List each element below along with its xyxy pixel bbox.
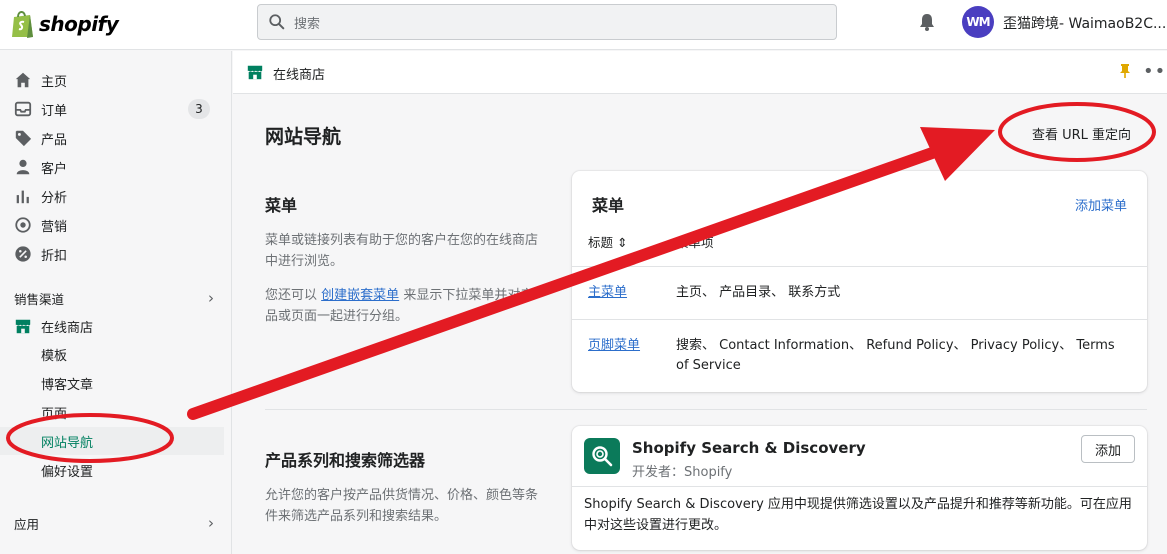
sidebar-subitem-navigation[interactable]: 网站导航: [0, 427, 224, 455]
filters-section-title: 产品系列和搜索筛选器: [265, 451, 426, 470]
sidebar-item-products[interactable]: 产品: [0, 124, 224, 152]
page-header-title: 在线商店: [273, 68, 326, 83]
search-input[interactable]: 搜索: [294, 13, 320, 32]
app-name: Shopify Search & Discovery: [632, 439, 866, 457]
more-actions-icon[interactable]: •••: [1143, 61, 1167, 82]
sidebar-subitem-themes[interactable]: 模板: [0, 340, 224, 368]
footer-menu-link[interactable]: 页脚菜单: [588, 336, 640, 356]
sidebar-item-label: 分析: [41, 190, 68, 206]
tag-icon: [14, 129, 32, 147]
sales-channels-label: 销售渠道: [14, 291, 65, 307]
person-icon: [14, 158, 32, 176]
notification-bell-icon[interactable]: [917, 12, 937, 32]
sidebar-item-label: 产品: [41, 132, 68, 148]
desc-prefix: 您还可以: [265, 288, 318, 303]
orders-count-badge: 3: [188, 99, 210, 119]
row-divider: [572, 266, 1147, 267]
create-nested-menu-link[interactable]: 创建嵌套菜单: [321, 288, 399, 303]
sidebar: 主页 订单 3 产品 客户 分析 营销 折扣 销售渠道 › 在线商店 模板 博客…: [0, 51, 232, 554]
main-menu-items: 主页、 产品目录、 联系方式: [676, 285, 841, 300]
menus-section-desc: 菜单或链接列表有助于您的客户在您的在线商店中进行浏览。: [265, 233, 539, 269]
chevron-right-icon[interactable]: ›: [208, 289, 214, 307]
home-icon: [14, 71, 32, 89]
row-divider: [572, 319, 1147, 320]
page-header: 在线商店 •••: [233, 51, 1167, 94]
pin-icon[interactable]: [1118, 63, 1132, 79]
sidebar-item-label: 营销: [41, 219, 68, 235]
sidebar-item-label: 订单: [41, 103, 68, 119]
sidebar-item-label: 客户: [41, 161, 68, 177]
sidebar-item-orders[interactable]: 订单 3: [0, 95, 224, 123]
apps-label: 应用: [14, 516, 40, 532]
logo-text: shopify: [39, 12, 119, 36]
filters-section-desc: 允许您的客户按产品供货情况、价格、颜色等条件来筛选产品系列和搜索结果。: [265, 488, 539, 524]
store-icon: [14, 317, 32, 335]
sidebar-item-discounts[interactable]: 折扣: [0, 240, 224, 268]
sales-channels-header[interactable]: 销售渠道 ›: [14, 288, 214, 308]
chevron-right-icon[interactable]: ›: [208, 514, 214, 532]
column-header-items: 菜单项: [676, 235, 714, 250]
apps-header[interactable]: 应用 ›: [14, 513, 214, 533]
add-menu-link[interactable]: 添加菜单: [1075, 195, 1127, 214]
sidebar-item-label: 在线商店: [41, 320, 94, 336]
sidebar-item-label: 折扣: [41, 248, 68, 264]
sidebar-subitem-pages[interactable]: 页面: [0, 398, 224, 426]
sidebar-item-customers[interactable]: 客户: [0, 153, 224, 181]
page-title: 网站导航: [265, 126, 342, 148]
menus-section-desc-2: 您还可以 创建嵌套菜单 来显示下拉菜单并对产品或页面一起进行分组。: [265, 285, 545, 327]
shopify-bag-icon: [12, 11, 33, 38]
column-header-title[interactable]: 标题 ⇕: [588, 232, 627, 251]
inbox-icon: [14, 100, 32, 118]
top-bar: shopify 搜索 WM 歪猫跨境- WaimaoB2C....: [0, 0, 1167, 50]
app-developer: 开发者：Shopify: [632, 465, 733, 480]
sidebar-item-label: 主页: [41, 74, 68, 90]
search-bar[interactable]: 搜索: [257, 4, 837, 40]
search-discovery-app-icon: [584, 438, 620, 474]
sidebar-item-home[interactable]: 主页: [0, 66, 224, 94]
view-url-redirects-button[interactable]: 查看 URL 重定向: [1032, 124, 1131, 143]
sidebar-item-online-store[interactable]: 在线商店: [0, 312, 224, 340]
footer-menu-items: 搜索、 Contact Information、 Refund Policy、 …: [676, 338, 1115, 373]
magnifier-icon: [592, 446, 613, 467]
app-card-divider: [572, 486, 1147, 487]
add-app-button[interactable]: 添加: [1081, 435, 1135, 463]
sidebar-item-marketing[interactable]: 营销: [0, 211, 224, 239]
bar-chart-icon: [14, 187, 32, 205]
app-description: Shopify Search & Discovery 应用中现提供筛选设置以及产…: [584, 497, 1132, 533]
sidebar-subitem-preferences[interactable]: 偏好设置: [0, 456, 224, 484]
section-divider: [265, 409, 1147, 410]
discount-icon: [14, 245, 32, 263]
menus-section-title: 菜单: [265, 196, 298, 215]
avatar[interactable]: WM: [962, 6, 994, 38]
store-name[interactable]: 歪猫跨境- WaimaoB2C....: [1003, 13, 1167, 33]
sidebar-item-analytics[interactable]: 分析: [0, 182, 224, 210]
store-icon: [247, 65, 263, 80]
target-icon: [14, 216, 32, 234]
menus-card: 菜单 添加菜单 标题 ⇕ 菜单项 主菜单 主页、 产品目录、 联系方式 页脚菜单…: [572, 171, 1147, 392]
search-icon: [269, 14, 285, 30]
menus-card-title: 菜单: [592, 196, 625, 215]
search-discovery-app-card: Shopify Search & Discovery 开发者：Shopify 添…: [572, 426, 1147, 550]
shopify-logo[interactable]: shopify: [10, 9, 119, 39]
sidebar-subitem-blog-posts[interactable]: 博客文章: [0, 369, 224, 397]
main-menu-link[interactable]: 主菜单: [588, 283, 627, 303]
